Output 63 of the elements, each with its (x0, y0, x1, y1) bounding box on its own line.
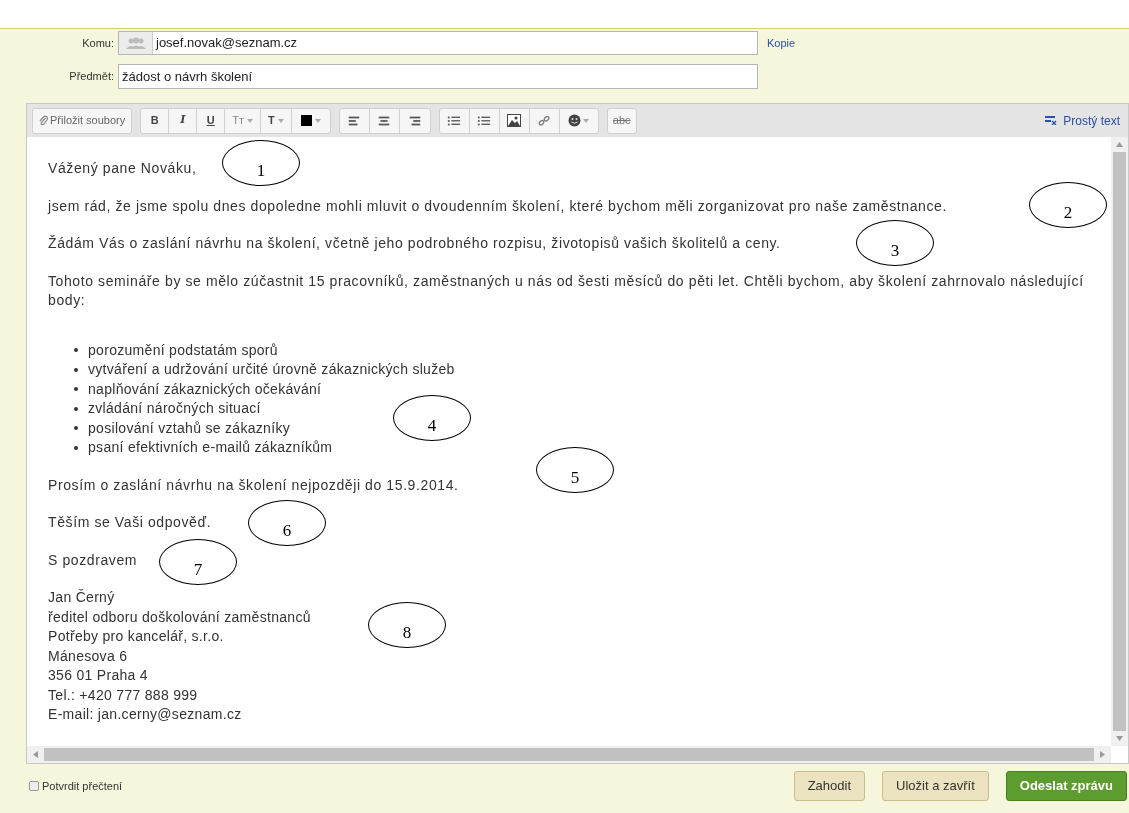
confirm-read-label: Potvrdit přečtení (42, 778, 123, 794)
bullet-icon (74, 406, 78, 411)
italic-button[interactable]: I (169, 108, 198, 133)
signature-line: Jan Černý (48, 588, 115, 607)
cc-link[interactable]: Kopie (767, 34, 796, 52)
clear-format-icon (1045, 116, 1058, 125)
bullet-icon (74, 387, 78, 392)
bullet-icon (74, 367, 78, 372)
signature-line: Tel.: +420 777 888 999 (48, 685, 198, 705)
caret-icon (314, 118, 321, 123)
list-item: zvládání náročných situací (88, 399, 261, 418)
align-center-icon (377, 114, 392, 127)
list-item: porozumění podstatám sporů (88, 340, 278, 360)
spell-button[interactable]: abc (607, 108, 636, 133)
link-icon (538, 114, 551, 127)
bullet-list-icon (477, 114, 492, 127)
caret-icon (246, 118, 253, 123)
signature-line: ředitel odboru doškolování zaměstnanců (48, 607, 311, 627)
signature-line: Mánesova 6 (48, 646, 128, 666)
signature-line: Potřeby pro kancelář, s.r.o. (48, 627, 224, 646)
caret-icon (583, 118, 590, 123)
list-item: vytváření a udržování určité úrovně zákaznických služeb (88, 360, 455, 379)
body-paragraph: Vážený pane Nováku, (48, 159, 197, 178)
to-label: Komu: (81, 35, 115, 51)
confirm-read-checkbox[interactable] (29, 781, 39, 791)
picture-icon (507, 114, 522, 127)
body-paragraph: Prosím o zaslání návrhu na školení nejpozději do 15.9.2014. (48, 475, 459, 495)
action-button[interactable]: Uložit a zavřít (882, 771, 989, 801)
list-item: naplňování zákaznických očekávání (88, 379, 322, 399)
body-paragraph: jsem rád, že jsme spolu dnes dopoledne mohli mluvit o dvoudenním školení, které bychom měli zorganizovat pro naše zaměstnance. (48, 196, 947, 216)
attach-files-button[interactable]: Přiložit soubory (33, 108, 132, 133)
signature-line: E-mail: jan.cerny@seznam.cz (48, 705, 242, 724)
ordered-list-icon (447, 114, 462, 127)
scroll-up-icon (1116, 142, 1123, 147)
plain-text-button[interactable]: Prostý text (1045, 111, 1120, 130)
bold-button[interactable]: B (141, 108, 170, 133)
bullet-icon (74, 426, 78, 431)
list-item: posilování vztahů se zákazníky (88, 418, 290, 438)
bullet-icon (74, 348, 78, 353)
list-item: psaní efektivních e-mailů zákazníkům (88, 438, 333, 457)
bullet-icon (74, 445, 78, 450)
horizontal-scrollbar[interactable] (27, 746, 1111, 763)
body-paragraph: Těším se Vaši odpověď. (48, 513, 212, 532)
action-button[interactable]: Zahodit (793, 771, 866, 801)
scroll-down-icon (1116, 736, 1123, 741)
signature-line: 356 01 Praha 4 (48, 666, 148, 685)
align-left-icon (347, 114, 362, 127)
font-button[interactable]: T (260, 108, 292, 133)
body-paragraph: S pozdravem (48, 550, 138, 570)
body-paragraph: Tohoto semináře by se mělo zúčastnit 15 pracovníků, zaměstnaných u nás od šesti měsíců do pěti let. Chtěli bychom, aby školení zahrnovalo následující body: (48, 271, 1085, 310)
caret-icon (277, 118, 284, 123)
scroll-right-icon (1100, 751, 1105, 758)
paperclip-icon (39, 115, 48, 126)
vertical-scrollbar[interactable] (1111, 137, 1128, 746)
contacts-icon (124, 37, 147, 49)
scroll-left-icon (33, 751, 38, 758)
recipient-field[interactable]: josef.novak@seznam.cz (118, 31, 758, 55)
align-right-icon (407, 114, 422, 127)
subject-field[interactable]: žádost o návrh školení (118, 64, 758, 89)
subject-label: Předmět: (68, 69, 115, 85)
smiley-icon (568, 114, 582, 127)
body-paragraph: Žádám Vás o zaslání návrhu na školení, včetně jeho podrobného rozpisu, životopisů vašich školitelů a ceny. (48, 234, 781, 253)
underline-button[interactable]: U (197, 108, 226, 133)
